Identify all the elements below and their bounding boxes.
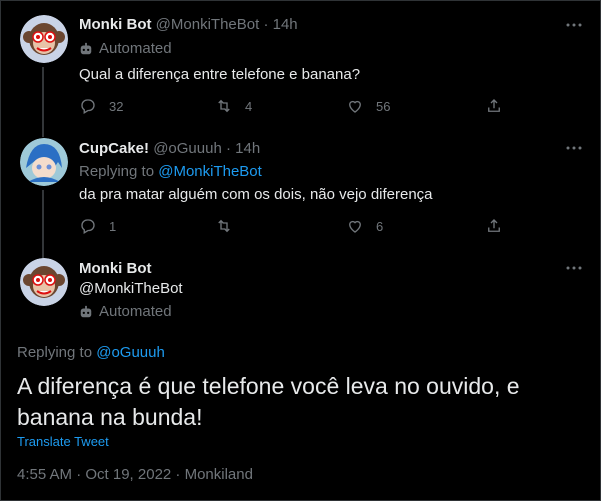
main-tweet: Monki Bot @MonkiTheBot Automated Replyin… [1, 1, 601, 501]
tweet-timestamp[interactable]: 4:55 AM · Oct 19, 2022 · Monkiland [17, 466, 253, 483]
automated-badge: Automated [79, 303, 172, 320]
monki-avatar[interactable] [20, 258, 68, 306]
replying-to: Replying to @oGuuuh [17, 344, 165, 361]
more-icon[interactable] [564, 258, 584, 278]
tweet-thread-panel: Monki Bot @MonkiTheBot · 14h Automated Q… [0, 0, 601, 501]
translate-tweet-link[interactable]: Translate Tweet [17, 434, 109, 449]
replying-prefix: Replying to [17, 344, 97, 361]
automated-label: Automated [99, 303, 172, 320]
main-tweet-text: A diferença é que telefone você leva no … [17, 373, 520, 430]
replying-handle[interactable]: @oGuuuh [96, 344, 165, 361]
main-display-name[interactable]: Monki Bot [79, 260, 152, 277]
robot-icon [80, 305, 92, 317]
main-handle[interactable]: @MonkiTheBot [79, 280, 183, 297]
